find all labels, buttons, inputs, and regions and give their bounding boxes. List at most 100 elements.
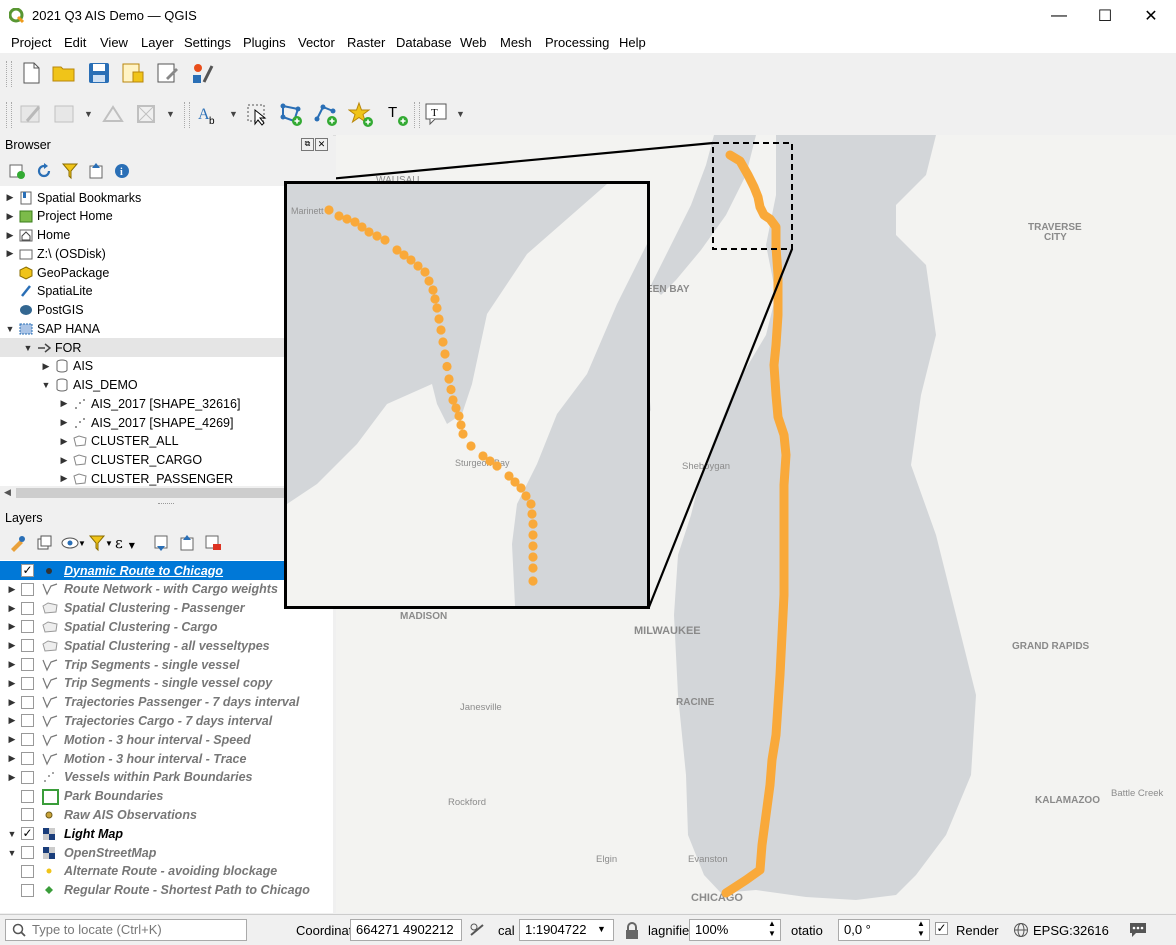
layer-visibility-checkbox[interactable] — [21, 846, 34, 859]
collapse-arrow-icon[interactable]: ▼ — [6, 829, 18, 839]
collapse-arrow-icon[interactable]: ▼ — [4, 324, 16, 334]
layer-visibility-checkbox[interactable] — [21, 695, 34, 709]
layer-item[interactable]: ▶ Trip Segments - single vessel — [0, 655, 333, 674]
toolbar-grip[interactable] — [414, 102, 420, 128]
layer-visibility-checkbox[interactable]: ✓ — [21, 564, 34, 577]
render-checkbox[interactable]: ✓ — [935, 922, 948, 935]
digitize-icon[interactable] — [100, 101, 126, 127]
expand-arrow-icon[interactable]: ▶ — [6, 659, 18, 670]
layer-item[interactable]: ▶ Spatial Clustering - Cargo — [0, 617, 333, 636]
maximize-button[interactable]: ☐ — [1082, 0, 1128, 32]
menu-raster[interactable]: Raster — [347, 35, 385, 50]
layer-item[interactable]: ▶ Motion - 3 hour interval - Speed — [0, 730, 333, 749]
menu-web[interactable]: Web — [460, 35, 487, 50]
open-project-icon[interactable] — [51, 60, 77, 86]
rotation-spin-icon[interactable]: ▲ ▼ — [917, 919, 925, 939]
layer-item[interactable]: ▶ Motion - 3 hour interval - Trace — [0, 749, 333, 768]
locate-search-input[interactable]: Type to locate (Ctrl+K) — [5, 919, 247, 941]
extents-toggle-icon[interactable] — [468, 921, 486, 942]
vertex-tool-icon[interactable] — [134, 101, 160, 127]
close-panel-icon[interactable]: ✕ — [315, 138, 328, 151]
expand-arrow-icon[interactable]: ▶ — [4, 211, 16, 222]
layer-visibility-checkbox[interactable] — [21, 733, 34, 747]
collapse-all-layers-icon[interactable] — [178, 534, 196, 555]
close-window-button[interactable]: ✕ — [1128, 0, 1174, 32]
expand-arrow-icon[interactable]: ▶ — [4, 230, 16, 241]
menu-help[interactable]: Help — [619, 35, 646, 50]
layer-item[interactable]: ▶ Trajectories Passenger - 7 days interva… — [0, 693, 333, 712]
menu-plugins[interactable]: Plugins — [243, 35, 286, 50]
expand-arrow-icon[interactable]: ▶ — [6, 584, 18, 595]
collapse-arrow-icon[interactable]: ▼ — [6, 848, 18, 858]
layer-item[interactable]: Raw AIS Observations — [0, 805, 333, 824]
expand-arrow-icon[interactable]: ▶ — [58, 398, 70, 409]
label-tool-icon[interactable]: Ab — [196, 101, 222, 127]
save-project-icon[interactable] — [86, 60, 112, 86]
expand-arrow-icon[interactable]: ▶ — [40, 361, 52, 372]
layer-visibility-checkbox[interactable] — [21, 789, 34, 803]
dropdown-arrow-icon[interactable]: ▼ — [456, 109, 465, 119]
filter-icon[interactable] — [61, 162, 79, 183]
layer-item[interactable]: ▶ Vessels within Park Boundaries — [0, 768, 333, 787]
expand-arrow-icon[interactable]: ▶ — [4, 248, 16, 259]
collapse-arrow-icon[interactable]: ▼ — [22, 343, 34, 353]
menu-database[interactable]: Database — [396, 35, 452, 50]
layer-item[interactable]: ▶ Trajectories Cargo - 7 days interval — [0, 711, 333, 730]
select-feature-icon[interactable] — [244, 101, 270, 127]
filter-legend-icon[interactable]: ▼ — [88, 534, 113, 555]
layer-item[interactable]: ▶ Spatial Clustering - all vesseltypes — [0, 636, 333, 655]
layer-item[interactable]: Park Boundaries — [0, 787, 333, 806]
layer-visibility-checkbox[interactable] — [21, 639, 34, 653]
manage-visibility-icon[interactable]: ▼ — [61, 534, 86, 555]
collapse-all-icon[interactable] — [87, 162, 105, 183]
add-line-icon[interactable] — [313, 101, 339, 127]
save-edits-icon[interactable] — [52, 101, 78, 127]
expand-arrow-icon[interactable]: ▶ — [6, 640, 18, 651]
collapse-arrow-icon[interactable]: ▼ — [40, 380, 52, 390]
style-manager-icon[interactable] — [189, 60, 215, 86]
expand-arrow-icon[interactable]: ▶ — [4, 192, 16, 203]
layer-visibility-checkbox[interactable] — [21, 582, 34, 596]
expand-arrow-icon[interactable]: ▶ — [6, 734, 18, 745]
expand-arrow-icon[interactable]: ▶ — [58, 455, 70, 466]
expand-arrow-icon[interactable]: ▶ — [58, 417, 70, 428]
expand-arrow-icon[interactable]: ▶ — [6, 772, 18, 783]
add-selected-layers-icon[interactable] — [8, 162, 26, 183]
expand-arrow-icon[interactable]: ▶ — [6, 753, 18, 764]
layer-item[interactable]: ▶ Trip Segments - single vessel copy — [0, 674, 333, 693]
expand-arrow-icon[interactable]: ▶ — [6, 621, 18, 632]
crs-label[interactable]: EPSG:32616 — [1033, 923, 1109, 938]
scrollbar-thumb[interactable] — [16, 488, 284, 498]
expand-arrow-icon[interactable]: ▶ — [6, 697, 18, 708]
layer-visibility-checkbox[interactable] — [21, 601, 34, 615]
lock-scale-icon[interactable] — [624, 922, 640, 943]
menu-settings[interactable]: Settings — [184, 35, 231, 50]
layer-visibility-checkbox[interactable] — [21, 752, 34, 765]
dropdown-arrow-icon[interactable]: ▼ — [229, 109, 238, 119]
refresh-icon[interactable] — [35, 162, 53, 183]
dropdown-arrow-icon[interactable]: ▼ — [84, 109, 93, 119]
add-text-annotation-icon[interactable]: T — [384, 101, 410, 127]
menu-mesh[interactable]: Mesh — [500, 35, 532, 50]
expand-arrow-icon[interactable]: ▶ — [58, 473, 70, 484]
expand-all-icon[interactable] — [152, 534, 170, 555]
style-layer-icon[interactable] — [8, 534, 26, 555]
menu-vector[interactable]: Vector — [298, 35, 335, 50]
add-polygon-icon[interactable] — [278, 101, 304, 127]
toolbar-grip[interactable] — [6, 102, 12, 128]
expand-arrow-icon[interactable]: ▶ — [6, 603, 18, 614]
coordinate-field[interactable]: 664271 4902212 — [350, 919, 462, 941]
layer-visibility-checkbox[interactable] — [21, 770, 34, 784]
layer-visibility-checkbox[interactable] — [21, 883, 34, 897]
layer-item[interactable]: ▼ OpenStreetMap — [0, 843, 333, 862]
layer-item[interactable]: ▼ ✓ Light Map — [0, 824, 333, 843]
layer-item[interactable]: Alternate Route - avoiding blockage — [0, 862, 333, 881]
new-project-icon[interactable] — [18, 60, 44, 86]
expand-arrow-icon[interactable]: ▶ — [6, 715, 18, 726]
layer-item[interactable]: Regular Route - Shortest Path to Chicago — [0, 881, 333, 900]
info-icon[interactable]: i — [113, 162, 131, 183]
layer-visibility-checkbox[interactable] — [21, 658, 34, 671]
scale-dropdown-icon[interactable]: ▼ — [597, 924, 606, 934]
layer-visibility-checkbox[interactable] — [21, 714, 34, 728]
expand-arrow-icon[interactable]: ▶ — [58, 436, 70, 447]
